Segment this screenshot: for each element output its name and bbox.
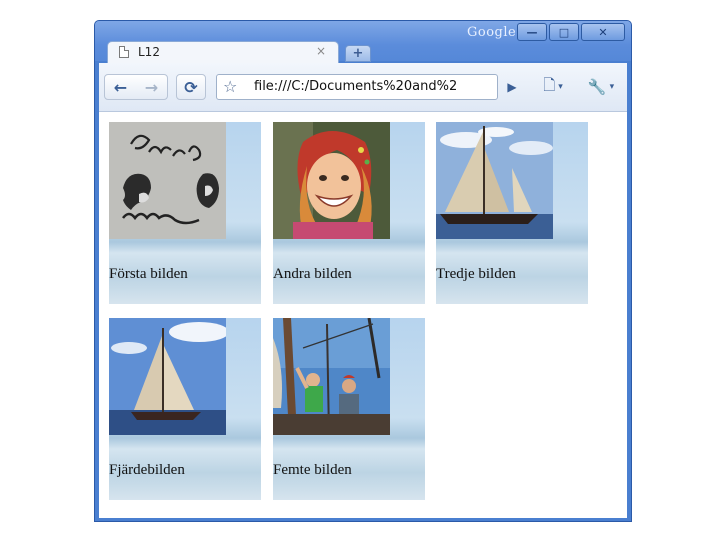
gallery-item[interactable]: Andra bilden xyxy=(273,122,425,304)
gallery-item[interactable]: Femte bilden xyxy=(273,318,425,500)
url-text[interactable]: file:///C:/Documents%20and%2 xyxy=(254,79,492,94)
page-content: Första bilden Andra bilden Tredje bilden… xyxy=(99,112,627,518)
minimize-icon: — xyxy=(526,25,538,39)
google-label: Google xyxy=(467,25,517,40)
sketch-faces-image xyxy=(109,122,226,239)
sailboat-image-2 xyxy=(109,318,226,435)
gallery-item[interactable]: Första bilden xyxy=(109,122,261,304)
maximize-button[interactable]: □ xyxy=(549,23,579,41)
caption: Andra bilden xyxy=(273,266,352,282)
tab-l12[interactable]: L12 × xyxy=(107,41,339,63)
wrench-menu-button[interactable]: 🔧 ▾ xyxy=(581,74,621,100)
close-window-button[interactable]: ✕ xyxy=(581,23,625,41)
toolbar: ← → ⟳ ☆ file:///C:/Documents%20and%2 ▶ 🗋… xyxy=(99,63,627,112)
tab-close-icon[interactable]: × xyxy=(316,44,326,58)
forward-button[interactable]: → xyxy=(136,78,167,97)
new-tab-button[interactable]: + xyxy=(345,45,371,62)
maximize-icon: □ xyxy=(558,25,570,39)
sailors-rigging-image xyxy=(273,318,390,435)
page-icon: 🗋 xyxy=(543,75,556,94)
chevron-down-icon: ▾ xyxy=(609,82,615,92)
wrench-icon: 🔧 xyxy=(587,78,607,96)
back-button[interactable]: ← xyxy=(105,78,136,97)
caption: Tredje bilden xyxy=(436,266,516,282)
tab-title: L12 xyxy=(138,45,160,59)
gallery-item[interactable]: Fjärdebilden xyxy=(109,318,261,500)
chevron-down-icon: ▾ xyxy=(558,82,563,92)
back-forward-group: ← → xyxy=(104,74,168,100)
plus-icon: + xyxy=(352,46,364,61)
gallery-item[interactable]: Tredje bilden xyxy=(436,122,588,304)
reload-button[interactable]: ⟳ xyxy=(176,74,206,100)
caption: Första bilden xyxy=(109,266,188,282)
star-icon[interactable]: ☆ xyxy=(223,77,237,96)
minimize-button[interactable]: — xyxy=(517,23,547,41)
browser-window: Google — □ ✕ L12 × + ← → ⟳ ☆ file:///C:/… xyxy=(94,20,632,522)
go-button[interactable]: ▶ xyxy=(500,74,524,100)
smiling-child-image xyxy=(273,122,390,239)
page-menu-button[interactable]: 🗋 ▾ xyxy=(535,74,571,100)
page-icon xyxy=(119,46,129,58)
window-controls: — □ ✕ xyxy=(517,23,625,41)
caption: Fjärdebilden xyxy=(109,462,185,478)
sailboat-image xyxy=(436,122,553,239)
address-bar[interactable]: ☆ file:///C:/Documents%20and%2 xyxy=(216,74,498,100)
play-icon: ▶ xyxy=(507,80,517,94)
reload-icon: ⟳ xyxy=(184,77,198,97)
caption: Femte bilden xyxy=(273,462,352,478)
close-icon: ✕ xyxy=(598,25,608,39)
